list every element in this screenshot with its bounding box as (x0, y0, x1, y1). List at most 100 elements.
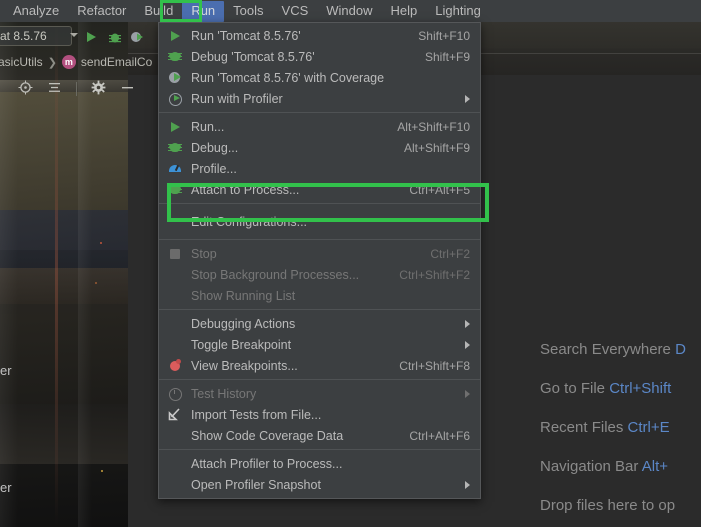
debug-icon[interactable] (108, 30, 122, 44)
menu-separator (159, 449, 480, 450)
menu-separator (159, 379, 480, 380)
wallpaper-speck (101, 470, 103, 472)
menu-separator (159, 203, 480, 204)
menu-item-label: Debug 'Tomcat 8.5.76' (191, 49, 315, 64)
menu-item-shortcut: Ctrl+F2 (430, 246, 470, 261)
menu-item-label: Debugging Actions (191, 316, 296, 331)
menu-item-shortcut: Ctrl+Shift+F8 (399, 358, 470, 373)
menu-item-label: Toggle Breakpoint (191, 337, 292, 352)
menu-item-profile[interactable]: Profile... (159, 158, 480, 179)
no-icon (167, 267, 187, 283)
menu-item-label: Import Tests from File... (191, 407, 322, 422)
hide-icon[interactable] (120, 80, 135, 98)
method-badge-icon: m (61, 55, 76, 69)
breadcrumb[interactable]: BasicUtils ❯ m sendEmailCo (0, 52, 152, 72)
hint-shortcut: Ctrl+Shift (609, 380, 672, 397)
collapse-all-icon[interactable] (47, 80, 62, 98)
menu-item-debug-dialog[interactable]: Debug... Alt+Shift+F9 (159, 137, 480, 158)
menu-item-label: Open Profiler Snapshot (191, 477, 321, 492)
menu-item-run-with-coverage[interactable]: Run 'Tomcat 8.5.76' with Coverage (159, 67, 480, 88)
menu-item-label: Stop Background Processes... (191, 267, 360, 282)
menu-vcs-label: VCS (281, 2, 309, 18)
menu-item-view-breakpoints[interactable]: View Breakpoints... Ctrl+Shift+F8 (159, 355, 480, 376)
menu-run[interactable]: Run (182, 0, 225, 22)
menu-build[interactable]: Build (135, 1, 182, 22)
menu-item-label: Attach Profiler to Process... (191, 456, 343, 471)
menu-separator (159, 239, 480, 240)
profiler-icon (167, 91, 187, 107)
menu-item-import-tests-from-file[interactable]: Import Tests from File... (159, 404, 480, 425)
menu-window-label: Window (326, 2, 373, 18)
menu-tools[interactable]: Tools (224, 1, 272, 22)
chevron-right-icon: ❯ (47, 56, 57, 69)
wallpaper-speck (100, 242, 102, 244)
menu-item-show-code-coverage-data[interactable]: Show Code Coverage Data Ctrl+Alt+F6 (159, 425, 480, 446)
hint-navigation-bar: Navigation Bar Alt+ (540, 447, 701, 486)
coverage-icon[interactable] (130, 30, 144, 44)
run-icon[interactable] (84, 30, 98, 44)
run-menu-popup[interactable]: Run 'Tomcat 8.5.76' Shift+F10 Debug 'Tom… (158, 22, 481, 499)
menu-item-run-with-profiler[interactable]: Run with Profiler (159, 88, 480, 109)
menu-item-run-tomcat[interactable]: Run 'Tomcat 8.5.76' Shift+F10 (159, 25, 480, 46)
menu-item-shortcut: Ctrl+Alt+F6 (409, 428, 470, 443)
menu-item-label: Edit Configurations... (191, 214, 308, 229)
menu-refactor[interactable]: Refactor (68, 1, 135, 22)
menu-item-run-dialog[interactable]: Run... Alt+Shift+F10 (159, 116, 480, 137)
menu-help-label: Help (390, 2, 418, 18)
no-icon (167, 428, 187, 444)
no-icon (167, 288, 187, 304)
menu-item-shortcut: Ctrl+Shift+F2 (399, 267, 470, 282)
menu-item-stop: Stop Ctrl+F2 (159, 243, 480, 264)
settings-gear-icon[interactable] (91, 80, 106, 98)
chevron-down-icon[interactable] (70, 33, 78, 37)
menu-item-shortcut: Alt+Shift+F9 (403, 140, 470, 155)
menu-item-label: Attach to Process... (191, 182, 300, 197)
menu-lighting-label: Lighting (435, 2, 481, 18)
hint-shortcut: D (675, 341, 686, 358)
wallpaper-speck (95, 282, 97, 284)
locate-icon[interactable] (18, 80, 33, 98)
menu-item-attach-profiler-to-process[interactable]: Attach Profiler to Process... (159, 453, 480, 474)
menu-item-open-profiler-snapshot[interactable]: Open Profiler Snapshot (159, 474, 480, 495)
menu-item-label: Show Code Coverage Data (191, 428, 344, 443)
editor-hint-panel: Search Everywhere D Go to File Ctrl+Shif… (540, 330, 701, 525)
hint-label: Navigation Bar (540, 458, 639, 475)
tool-window-toolbar[interactable] (18, 78, 135, 100)
menu-item-shortcut: Shift+F10 (418, 28, 470, 43)
menu-window[interactable]: Window (317, 1, 381, 22)
breadcrumb-item-class[interactable]: BasicUtils (0, 55, 43, 69)
menu-item-test-history: Test History (159, 383, 480, 404)
menu-item-toggle-breakpoint[interactable]: Toggle Breakpoint (159, 334, 480, 355)
wallpaper-band (0, 404, 128, 464)
breadcrumb-item-method[interactable]: sendEmailCo (81, 55, 152, 69)
menu-item-shortcut: Alt+Shift+F10 (397, 119, 470, 134)
menu-item-label: Show Running List (191, 288, 296, 303)
hint-recent-files: Recent Files Ctrl+E (540, 408, 701, 447)
wallpaper-band (0, 268, 128, 304)
menu-item-edit-configurations[interactable]: Edit Configurations... (159, 207, 480, 236)
menu-tools-label: Tools (233, 2, 264, 18)
menu-item-attach-to-process[interactable]: Attach to Process... Ctrl+Alt+F5 (159, 179, 480, 200)
clipped-label: er (0, 363, 12, 378)
no-icon (167, 316, 187, 332)
menu-run-label: Run (191, 2, 216, 18)
hint-label: Go to File (540, 380, 606, 397)
menu-item-debugging-actions[interactable]: Debugging Actions (159, 313, 480, 334)
menu-help[interactable]: Help (382, 1, 427, 22)
menu-vcs[interactable]: VCS (273, 1, 318, 22)
main-menu-bar[interactable]: Analyze Refactor Build Run Tools VCS Win… (0, 0, 701, 22)
menu-item-debug-tomcat[interactable]: Debug 'Tomcat 8.5.76' Shift+F9 (159, 46, 480, 67)
menu-item-label: View Breakpoints... (191, 358, 298, 373)
menu-item-label: Run... (191, 119, 225, 134)
wallpaper-band (0, 304, 128, 404)
run-configuration-label: at 8.5.76 (0, 29, 47, 43)
menu-lighting[interactable]: Lighting (426, 1, 490, 22)
menu-analyze[interactable]: Analyze (4, 1, 68, 22)
clipped-label: er (0, 480, 12, 495)
menu-item-label: Profile... (191, 161, 237, 176)
submenu-arrow-icon (465, 480, 470, 489)
hint-shortcut: Alt+ (641, 458, 668, 475)
submenu-arrow-icon (465, 389, 470, 398)
debug-bug-icon (167, 140, 187, 156)
hint-search-everywhere: Search Everywhere D (540, 330, 701, 369)
